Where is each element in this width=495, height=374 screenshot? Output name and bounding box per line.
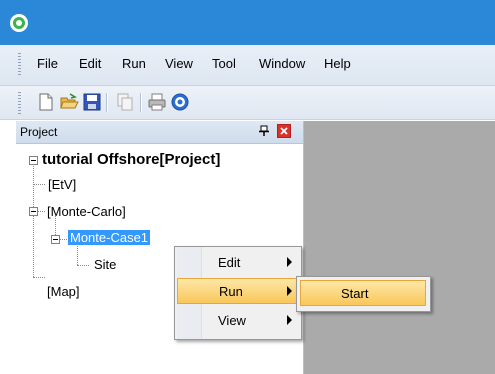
tree-connector: [77, 244, 78, 265]
collapse-monte-carlo-toggle[interactable]: [29, 207, 38, 216]
submenu-arrow-icon: [287, 315, 292, 325]
menu-bar: File Edit Run View Tool Window Help: [0, 45, 495, 86]
save-icon[interactable]: [82, 92, 102, 112]
tree-node-monte-case1[interactable]: Monte-Case1: [68, 230, 151, 245]
tree-connector: [33, 277, 45, 278]
context-menu-edit-label: Edit: [218, 255, 241, 270]
toolbar-separator: [106, 93, 107, 112]
context-menu: Edit Run View: [174, 246, 302, 340]
project-panel-title: Project: [20, 125, 58, 139]
context-menu-edit[interactable]: Edit: [177, 250, 297, 276]
toolbar: [0, 86, 495, 120]
close-icon: [280, 127, 288, 135]
menu-file[interactable]: File: [37, 56, 58, 71]
menu-window[interactable]: Window: [259, 56, 305, 71]
open-folder-icon[interactable]: [59, 92, 79, 112]
menu-edit[interactable]: Edit: [79, 56, 101, 71]
tree-connector: [38, 211, 45, 212]
menu-help[interactable]: Help: [324, 56, 351, 71]
submenu-start-label: Start: [341, 286, 369, 301]
toolbar-separator: [140, 93, 141, 112]
help-icon[interactable]: [170, 92, 190, 112]
context-menu-run-label: Run: [219, 284, 243, 299]
context-menu-view-label: View: [218, 313, 246, 328]
tree-node-map[interactable]: [Map]: [47, 284, 80, 299]
app-logo-icon[interactable]: [10, 14, 28, 32]
tree-connector: [33, 184, 45, 185]
new-file-icon[interactable]: [36, 92, 56, 112]
menu-run[interactable]: Run: [122, 56, 146, 71]
menubar-grip[interactable]: [18, 53, 21, 77]
close-panel-button[interactable]: [277, 124, 291, 138]
submenu-arrow-icon: [287, 257, 292, 267]
submenu-arrow-icon: [287, 286, 292, 296]
tree-node-project[interactable]: tutorial Offshore[Project]: [42, 151, 220, 168]
menu-tool[interactable]: Tool: [212, 56, 236, 71]
tree-connector: [77, 265, 89, 266]
print-icon[interactable]: [147, 92, 167, 112]
project-panel-header: Project: [16, 121, 303, 144]
collapse-monte-case1-toggle[interactable]: [51, 235, 60, 244]
tree-connector: [60, 239, 67, 240]
copy-icon[interactable]: [115, 92, 135, 112]
pin-icon[interactable]: [258, 125, 270, 137]
tree-node-monte-carlo[interactable]: [Monte-Carlo]: [47, 204, 126, 219]
context-menu-run[interactable]: Run: [177, 278, 297, 304]
collapse-project-toggle[interactable]: [29, 156, 38, 165]
run-submenu: Start: [296, 276, 431, 312]
workspace-area[interactable]: [304, 121, 495, 374]
menu-view[interactable]: View: [165, 56, 193, 71]
submenu-start[interactable]: Start: [300, 280, 426, 306]
tree-connector: [33, 163, 34, 277]
tree-node-etv[interactable]: [EtV]: [48, 177, 76, 192]
context-menu-view[interactable]: View: [177, 308, 297, 334]
toolbar-grip[interactable]: [18, 92, 21, 114]
tree-node-site[interactable]: Site: [94, 257, 116, 272]
app-window: File Edit Run View Tool Window Help Proj…: [0, 0, 495, 374]
title-bar: [0, 0, 495, 45]
